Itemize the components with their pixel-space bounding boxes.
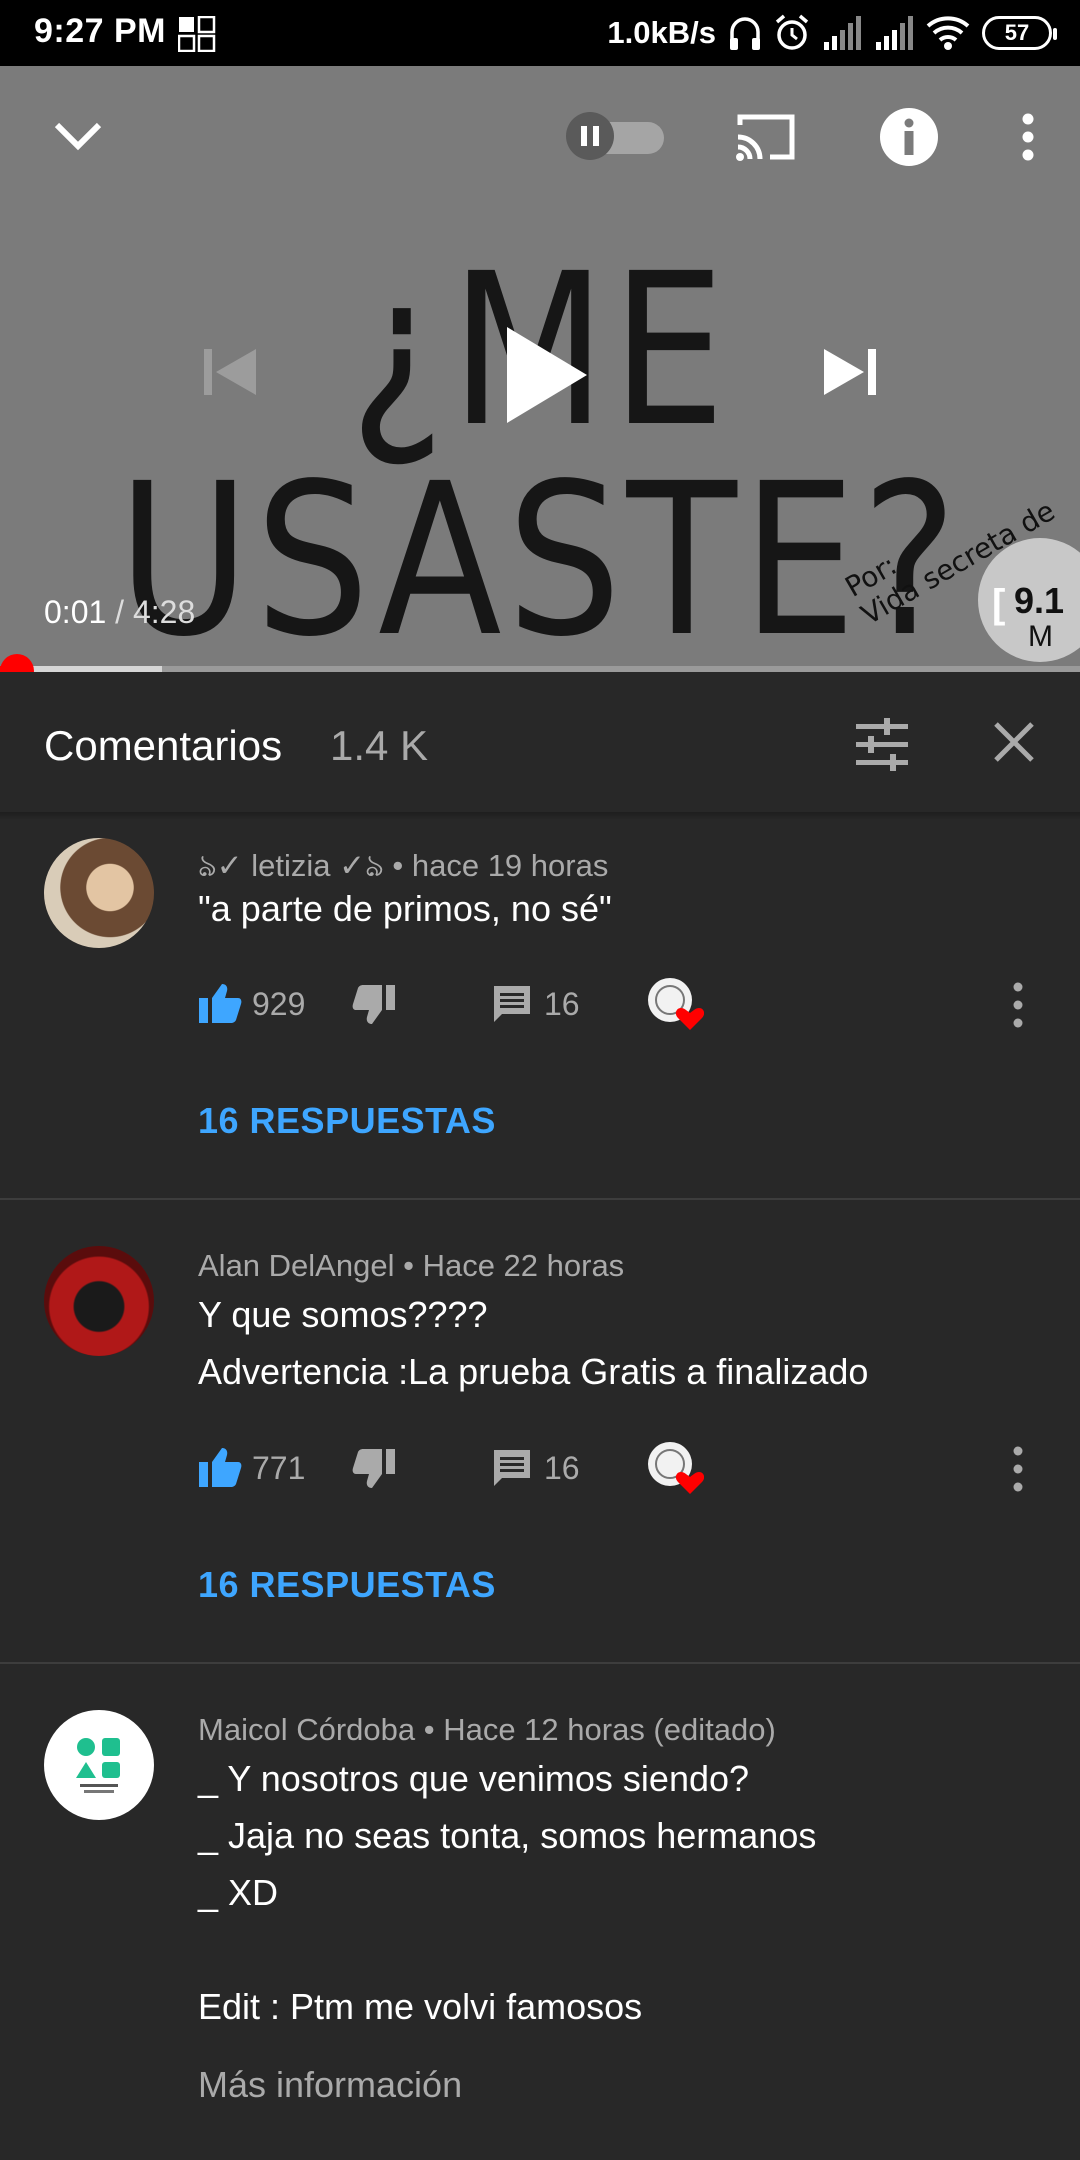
status-time: 9:27 PM	[34, 12, 166, 50]
avatar-logo-icon	[76, 1738, 120, 1793]
header-shadow	[0, 812, 1080, 820]
collapse-button[interactable]	[40, 104, 116, 168]
status-bar: 9:27 PM 1.0kB/s 57	[0, 0, 1080, 66]
comment-divider	[0, 1198, 1080, 1200]
pause-icon	[566, 112, 614, 160]
info-button[interactable]	[880, 108, 938, 166]
more-vert-icon	[1022, 113, 1034, 161]
wifi-icon	[926, 16, 970, 50]
comment-item: Maicol Córdoba • Hace 12 horas (editado)…	[0, 1700, 1080, 2160]
reply-icon[interactable]	[492, 1448, 532, 1488]
comment-text-line-5: Edit : Ptm me volvi famosos	[198, 1986, 643, 2027]
avatar[interactable]	[44, 1246, 154, 1356]
close-comments-button[interactable]	[986, 714, 1042, 770]
comment-item: Alan DelAngel • Hace 22 horas Y que somo…	[0, 1236, 1080, 1656]
view-replies-link[interactable]: 16 RESPUESTAS	[198, 1564, 496, 1606]
meta-separator: •	[383, 848, 412, 883]
thumb-down-icon[interactable]	[352, 984, 396, 1026]
like-count: 929	[252, 986, 306, 1022]
comment-meta: Alan DelAngel • Hace 22 horas	[198, 1248, 624, 1284]
previous-icon	[204, 349, 256, 395]
notification-grid-icon	[178, 16, 216, 52]
comment-divider	[0, 1662, 1080, 1664]
view-replies-link[interactable]: 16 RESPUESTAS	[198, 1100, 496, 1142]
comment-time: hace 19 horas	[411, 848, 609, 883]
more-options-button[interactable]	[1010, 106, 1046, 168]
signal-icon-2	[876, 16, 913, 50]
play-icon	[507, 327, 587, 423]
video-player[interactable]: ¿ME USASTE?	[0, 66, 1080, 672]
battery-level: 57	[1004, 20, 1030, 45]
comments-header: Comentarios 1.4 K	[0, 672, 1080, 814]
comment-text-line-3: _ XD	[198, 1872, 279, 1913]
sort-icon	[856, 718, 908, 771]
comment-actions: 929 16	[198, 972, 1058, 1036]
play-button[interactable]	[496, 320, 596, 430]
reply-count: 16	[544, 986, 580, 1022]
battery-indicator: 57	[982, 16, 1057, 50]
fullscreen-bracket-icon: [	[992, 582, 1006, 626]
badge-value: 9.1	[1014, 580, 1065, 621]
comment-text-line-1: _ Y nosotros que venimos siendo?	[198, 1758, 750, 1799]
comments-count: 1.4 K	[330, 722, 429, 769]
status-indicators: 1.0kB/s 57	[607, 10, 1057, 56]
avatar[interactable]	[44, 1710, 154, 1820]
more-vert-icon[interactable]	[1008, 982, 1028, 1028]
autoplay-toggle[interactable]	[566, 112, 670, 160]
network-speed: 1.0kB/s	[607, 15, 716, 50]
next-button[interactable]	[818, 342, 882, 402]
cast-button[interactable]	[732, 108, 800, 166]
more-vert-icon[interactable]	[1008, 1446, 1028, 1492]
comment-author[interactable]: Maicol Córdoba	[198, 1712, 415, 1747]
next-icon	[824, 349, 876, 395]
comment-meta: ঌ✓ letizia ✓ঌ • hace 19 horas	[198, 842, 608, 894]
previous-button[interactable]	[200, 342, 260, 402]
creator-heart-icon	[648, 1442, 704, 1494]
chevron-down-icon	[54, 122, 102, 151]
headphones-icon	[730, 17, 760, 50]
meta-separator: •	[394, 1248, 423, 1283]
duration: 4:28	[132, 594, 196, 630]
thumb-down-icon[interactable]	[352, 1448, 396, 1490]
sort-button[interactable]	[850, 716, 914, 772]
cast-icon	[736, 114, 795, 161]
timecode: 0:01 / 4:28	[44, 594, 195, 631]
current-time: 0:01	[44, 594, 107, 630]
thumb-up-icon[interactable]	[198, 1446, 242, 1488]
comment-item: ঌ✓ letizia ✓ঌ • hace 19 horas "a parte d…	[0, 830, 1080, 1200]
close-icon	[994, 722, 1034, 762]
badge-unit: M	[1028, 620, 1053, 653]
comment-meta: Maicol Córdoba • Hace 12 horas (editado)	[198, 1712, 776, 1748]
avatar[interactable]	[44, 838, 154, 948]
comment-author[interactable]: ঌ✓ letizia ✓ঌ	[198, 848, 384, 883]
comment-text-line-1: Y que somos????	[198, 1294, 488, 1335]
comment-time: Hace 22 horas	[422, 1248, 625, 1283]
read-more-link[interactable]: Más información	[198, 2064, 462, 2106]
comment-author[interactable]: Alan DelAngel	[198, 1248, 394, 1283]
comment-text-line-2: _ Jaja no seas tonta, somos hermanos	[198, 1815, 817, 1856]
comment-time: Hace 12 horas (editado)	[443, 1712, 776, 1747]
meta-separator: •	[415, 1712, 444, 1747]
comments-title: Comentarios	[44, 722, 283, 769]
creator-heart-icon	[648, 978, 704, 1030]
comment-text-line-2: Advertencia :La prueba Gratis a finaliza…	[198, 1351, 869, 1392]
info-icon	[904, 118, 914, 155]
alarm-icon	[775, 14, 809, 50]
signal-icon-1	[824, 16, 861, 50]
thumb-up-icon[interactable]	[198, 982, 242, 1024]
comment-text: "a parte de primos, no sé"	[198, 888, 612, 929]
reply-icon[interactable]	[492, 984, 532, 1024]
reply-count: 16	[544, 1450, 580, 1486]
time-separator: /	[106, 594, 133, 630]
like-count: 771	[252, 1450, 306, 1486]
comment-actions: 771 16	[198, 1436, 1058, 1500]
